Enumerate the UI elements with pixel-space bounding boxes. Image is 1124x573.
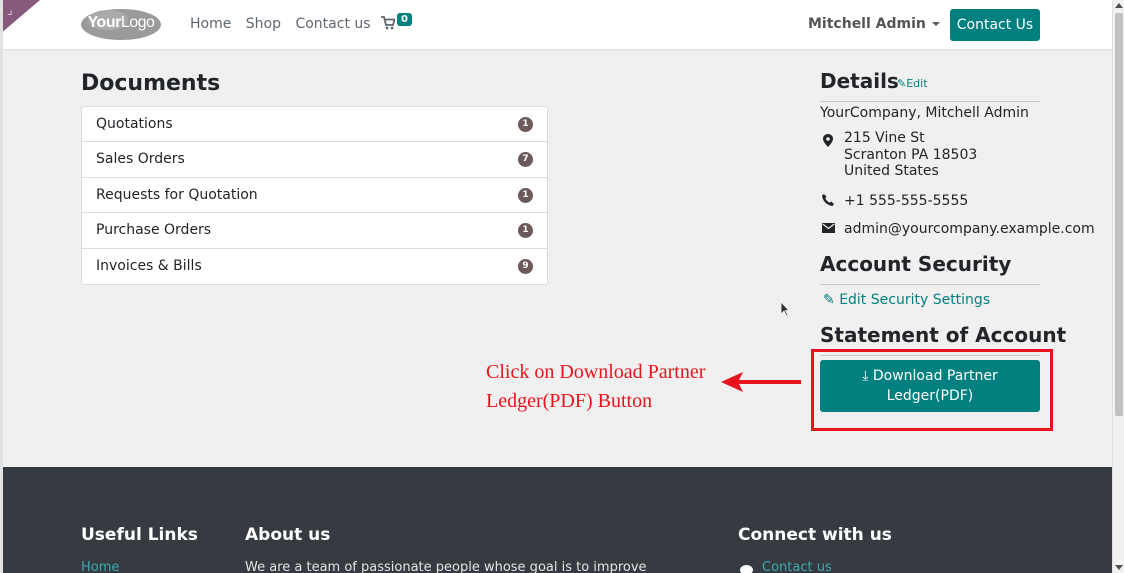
scroll-up-arrow-icon[interactable] — [1115, 3, 1123, 8]
documents-title: Documents — [81, 71, 221, 96]
list-item-invoices-bills[interactable]: Invoices & Bills 9 — [82, 249, 547, 284]
list-item-label: Purchase Orders — [96, 222, 212, 239]
logo-text: YourLogo — [80, 14, 162, 32]
security-link-label: Edit Security Settings — [839, 292, 991, 308]
user-name: Mitchell Admin — [808, 16, 926, 32]
scroll-thumb[interactable] — [1115, 13, 1123, 416]
about-us-text: We are a team of passionate people whose… — [245, 560, 647, 573]
email-address: admin@yourcompany.example.com — [844, 221, 1095, 237]
comment-icon — [740, 565, 753, 573]
security-divider — [820, 284, 1040, 285]
main-nav: Home Shop Contact us — [190, 16, 381, 32]
useful-links-title: Useful Links — [81, 525, 198, 545]
nav-shop[interactable]: Shop — [246, 16, 281, 32]
address-line: 215 Vine St — [844, 130, 925, 146]
caret-down-icon — [931, 22, 940, 26]
list-item-purchase-orders[interactable]: Purchase Orders 1 — [82, 213, 547, 249]
count-badge: 9 — [518, 258, 533, 274]
list-item-quotations[interactable]: Quotations 1 — [82, 107, 547, 143]
nav-contact-us[interactable]: Contact us — [295, 16, 370, 32]
page-viewport: ⌟ YourLogo Home Shop Contact us 0 Mitche… — [0, 0, 1112, 573]
address-block: 215 Vine St Scranton PA 18503 United Sta… — [844, 130, 977, 180]
edit-details-link[interactable]: ✎Edit — [897, 77, 928, 90]
annotation-arrow-icon — [721, 372, 801, 392]
cart-count-badge: 0 — [397, 13, 412, 26]
statement-of-account-title: Statement of Account — [820, 323, 1067, 347]
site-footer: Useful Links Home About us We are a team… — [3, 467, 1112, 573]
top-navbar: ⌟ YourLogo Home Shop Contact us 0 Mitche… — [3, 0, 1112, 49]
address-line: United States — [844, 163, 939, 179]
phone-number: +1 555-555-5555 — [844, 193, 969, 209]
corner-mark-icon: ⌟ — [6, 3, 14, 17]
phone-icon — [822, 194, 834, 206]
count-badge: 1 — [518, 223, 533, 239]
map-marker-icon — [823, 134, 833, 147]
corner-badge[interactable]: ⌟ — [3, 0, 40, 34]
user-menu-dropdown[interactable]: Mitchell Admin — [808, 16, 940, 32]
envelope-icon — [822, 223, 835, 233]
pencil-icon: ✎ — [823, 292, 835, 308]
list-item-label: Requests for Quotation — [96, 186, 258, 203]
documents-list: Quotations 1 Sales Orders 7 Requests for… — [81, 106, 548, 285]
logo-text-light: Logo — [120, 14, 155, 31]
footer-link-home[interactable]: Home — [81, 560, 119, 573]
callout-line: Ledger(PDF) Button — [486, 390, 653, 412]
site-logo[interactable]: YourLogo — [80, 8, 162, 41]
scroll-down-arrow-icon[interactable] — [1115, 565, 1123, 570]
about-us-title: About us — [245, 525, 331, 545]
callout-line: Click on Download Partner — [486, 361, 706, 383]
edit-security-settings-link[interactable]: ✎ Edit Security Settings — [823, 292, 990, 308]
connect-title: Connect with us — [738, 525, 892, 545]
list-item-sales-orders[interactable]: Sales Orders 7 — [82, 142, 547, 178]
list-item-label: Invoices & Bills — [96, 257, 202, 274]
count-badge: 1 — [518, 187, 533, 203]
mouse-cursor-icon — [780, 301, 790, 317]
nav-home[interactable]: Home — [190, 16, 231, 32]
pencil-icon: ✎ — [897, 77, 907, 90]
cart-icon — [381, 16, 395, 30]
count-badge: 7 — [518, 152, 533, 168]
logo-text-bold: Your — [87, 14, 122, 31]
annotation-callout: Click on Download Partner Ledger(PDF) Bu… — [486, 358, 726, 416]
details-divider — [820, 101, 1040, 102]
list-item-label: Sales Orders — [96, 151, 185, 168]
details-title: Details — [820, 69, 899, 93]
annotation-highlight-box — [811, 349, 1053, 431]
footer-link-contact-us[interactable]: Contact us — [762, 560, 832, 573]
list-item-label: Quotations — [96, 116, 173, 132]
contact-us-button[interactable]: Contact Us — [950, 9, 1040, 41]
account-security-title: Account Security — [820, 252, 1012, 276]
count-badge: 1 — [518, 117, 533, 132]
edit-label: Edit — [906, 77, 928, 90]
vertical-scrollbar[interactable] — [1112, 0, 1124, 573]
company-name: YourCompany, Mitchell Admin — [820, 105, 1029, 121]
address-line: Scranton PA 18503 — [844, 146, 978, 163]
list-item-requests-for-quotation[interactable]: Requests for Quotation 1 — [82, 178, 547, 214]
